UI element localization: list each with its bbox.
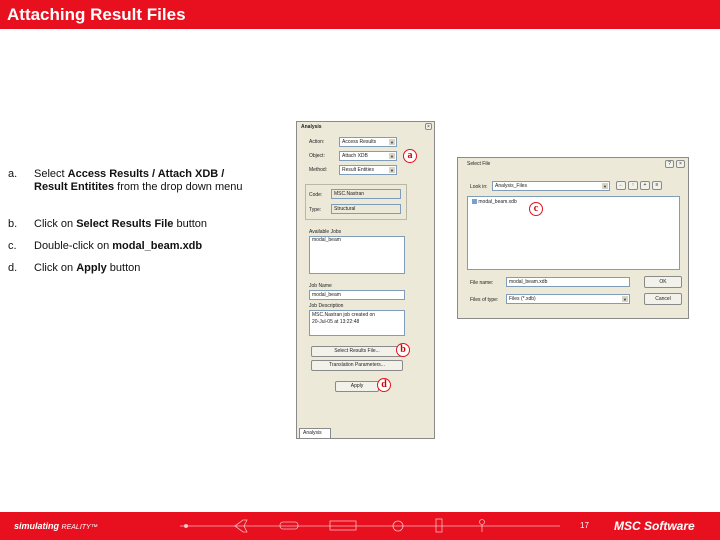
slide-header: Attaching Result Files xyxy=(0,0,720,29)
callout-marker-a: a xyxy=(403,149,417,163)
chevron-down-icon: ▼ xyxy=(389,139,395,145)
close-icon[interactable]: × xyxy=(676,160,685,168)
footer-decoration-line xyxy=(180,518,560,533)
select-file-dialog: Select File ? × Look in: Analysis_Files ▼… xyxy=(457,157,689,319)
footer-slogan: simulating REALITY™ xyxy=(14,521,98,531)
file-type-label: Files of type: xyxy=(470,297,499,303)
tab-analysis[interactable]: Analysis xyxy=(299,428,331,438)
step-text: Click on Apply button xyxy=(34,262,141,274)
panel-title: Analysis xyxy=(301,124,322,130)
file-icon xyxy=(472,199,477,205)
look-in-dropdown[interactable]: Analysis_Files ▼ xyxy=(492,181,610,191)
job-name-label: Job Name xyxy=(309,283,332,289)
dialog-title: Select File xyxy=(467,161,491,167)
method-dropdown[interactable]: Result Entities ▼ xyxy=(339,165,397,175)
back-icon[interactable]: ← xyxy=(616,181,626,190)
available-jobs-label: Available Jobs xyxy=(309,229,342,235)
select-results-file-button[interactable]: Select Results File... xyxy=(311,346,403,357)
step-text: Double-click on modal_beam.xdb xyxy=(34,240,203,252)
step-letter: c. xyxy=(8,240,17,252)
type-value: Structural xyxy=(331,204,401,214)
list-item[interactable]: modal_beam xyxy=(312,237,404,244)
look-in-label: Look in: xyxy=(470,184,488,190)
slide-title: Attaching Result Files xyxy=(7,5,186,24)
step-text: Click on Select Results File button xyxy=(34,218,208,230)
object-dropdown[interactable]: Attach XDB ▼ xyxy=(339,151,397,161)
file-type-dropdown[interactable]: Files (*.xdb) ▼ xyxy=(506,294,630,304)
step-letter: a. xyxy=(8,168,18,180)
object-label: Object: xyxy=(309,153,325,159)
callout-marker-b: b xyxy=(396,343,410,357)
chevron-down-icon: ▼ xyxy=(389,153,395,159)
callout-marker-c: c xyxy=(529,202,543,216)
step-letter: d. xyxy=(8,262,18,274)
action-label: Action: xyxy=(309,139,325,145)
analysis-panel: Analysis × Action: Access Results ▼ Objec… xyxy=(296,121,435,439)
step-text: Select Access Results / Attach XDB / Resu… xyxy=(34,168,243,193)
step-letter: b. xyxy=(8,218,18,230)
job-description-label: Job Description xyxy=(309,303,344,309)
code-value: MSC.Nastran xyxy=(331,189,401,199)
file-name-label: File name: xyxy=(470,280,494,286)
action-dropdown[interactable]: Access Results ▼ xyxy=(339,137,397,147)
page-number: 17 xyxy=(580,521,589,530)
chevron-down-icon: ▼ xyxy=(622,296,628,302)
job-description-field[interactable]: MSC.Nastran job created on 20-Jul-05 at … xyxy=(309,310,405,336)
help-icon[interactable]: ? xyxy=(665,160,674,168)
file-list[interactable]: modal_beam.xdb xyxy=(467,196,680,270)
type-label: Type: xyxy=(309,207,322,213)
chevron-down-icon: ▼ xyxy=(389,167,395,173)
callout-marker-d: d xyxy=(377,378,391,392)
ok-button[interactable]: OK xyxy=(644,276,682,288)
up-folder-icon[interactable]: ↑ xyxy=(628,181,638,190)
available-jobs-list[interactable]: modal_beam xyxy=(309,236,405,274)
close-icon[interactable]: × xyxy=(425,123,432,130)
cancel-button[interactable]: Cancel xyxy=(644,293,682,305)
apply-button[interactable]: Apply xyxy=(335,381,379,392)
list-item[interactable]: modal_beam.xdb xyxy=(472,199,679,206)
job-name-field[interactable]: modal_beam xyxy=(309,290,405,300)
msc-software-logo: MSC Software xyxy=(614,519,695,533)
file-name-field[interactable]: modal_beam.xdb xyxy=(506,277,630,287)
view-menu-icon[interactable]: ≡ xyxy=(652,181,662,190)
code-label: Code: xyxy=(309,192,323,198)
translation-parameters-button[interactable]: Translation Parameters... xyxy=(311,360,403,371)
slide-footer: simulating REALITY™ 17 MSC Software xyxy=(0,512,720,540)
new-folder-icon[interactable]: + xyxy=(640,181,650,190)
chevron-down-icon: ▼ xyxy=(602,183,608,189)
method-label: Method: xyxy=(309,167,328,173)
